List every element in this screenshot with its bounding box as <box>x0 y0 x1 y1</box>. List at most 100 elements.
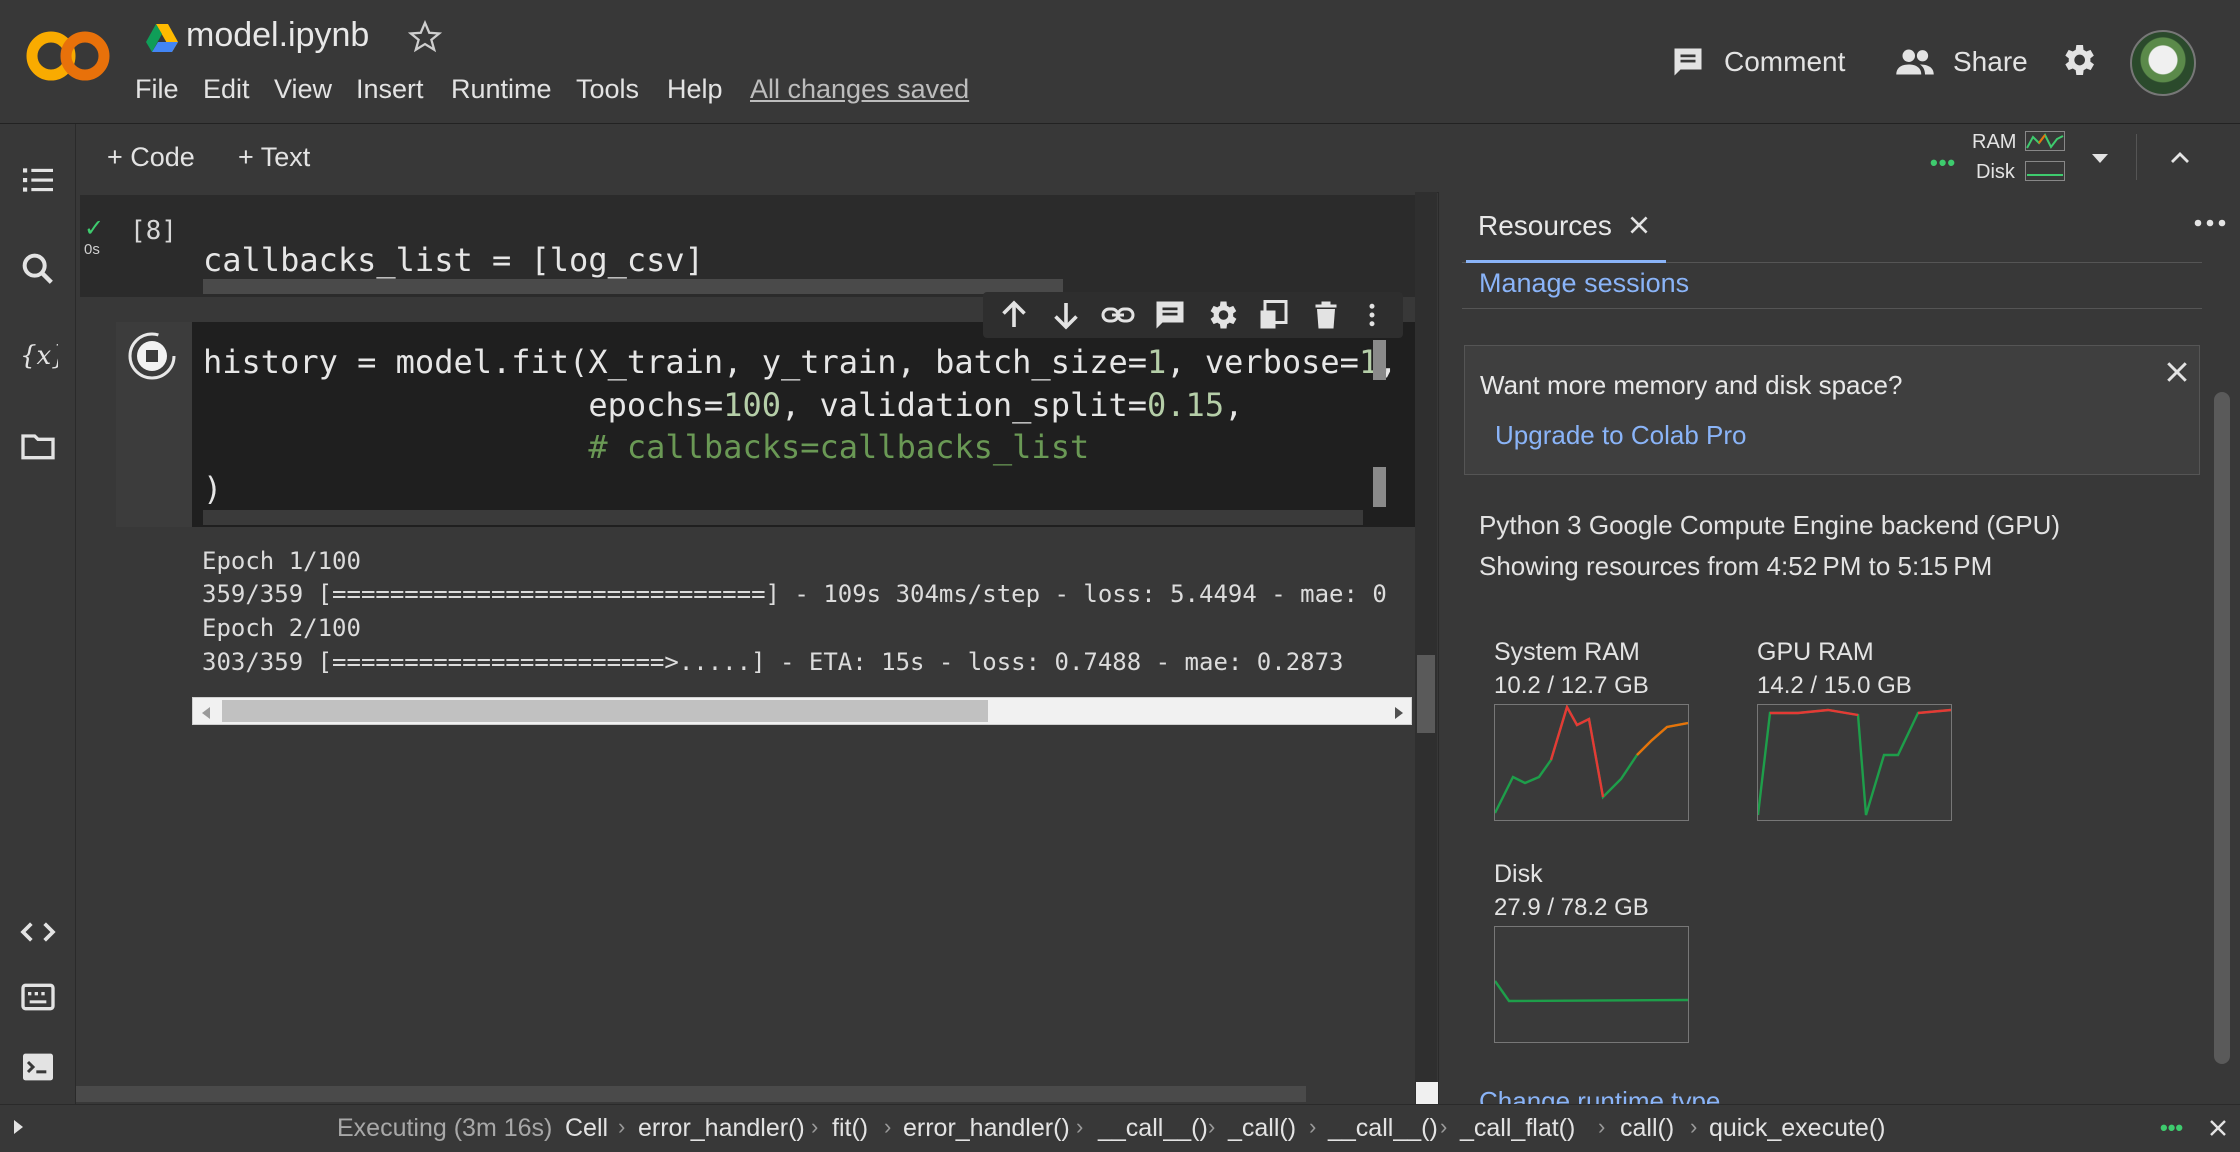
google-drive-icon <box>146 24 178 52</box>
output-scrollbar-thumb[interactable] <box>222 700 988 722</box>
breadcrumb-separator-icon: › <box>1440 1114 1448 1139</box>
scrollbar-corner <box>1416 1082 1438 1104</box>
disk-mini-label[interactable]: Disk <box>1976 161 2015 184</box>
breadcrumb-item[interactable]: quick_execute() <box>1709 1114 1885 1143</box>
disk-label: Disk <box>1494 860 1543 888</box>
disk-value: 27.9 / 78.2 GB <box>1494 894 1649 921</box>
change-runtime-type-link[interactable]: Change runtime type <box>1479 1086 1720 1104</box>
gpu-ram-graph <box>1757 704 1952 821</box>
code-snippets-icon[interactable] <box>18 912 58 952</box>
code-scrollbar-thumb[interactable] <box>1373 467 1386 507</box>
cell-8-code[interactable]: callbacks_list = [log_csv] <box>203 241 704 279</box>
code-line[interactable]: epochs=100, validation_split=0.15, <box>203 386 1243 424</box>
runtime-backend-label: Python 3 Google Compute Engine backend (… <box>1479 510 2061 540</box>
colab-logo-icon[interactable] <box>26 24 110 88</box>
close-icon[interactable] <box>2206 1116 2230 1140</box>
settings-gear-icon[interactable] <box>2058 40 2098 80</box>
breadcrumb-separator-icon: › <box>1598 1114 1606 1139</box>
breadcrumb-item[interactable]: call() <box>1620 1114 1674 1143</box>
share-label: Share <box>1953 46 2028 77</box>
comment-icon[interactable] <box>1149 297 1191 333</box>
expand-status-arrow-icon[interactable] <box>10 1116 26 1138</box>
panel-divider <box>1462 308 2202 309</box>
share-button[interactable]: Share <box>1895 42 2028 82</box>
close-icon[interactable] <box>1626 212 1652 238</box>
breadcrumb-separator-icon: › <box>1208 1114 1216 1139</box>
breadcrumb-item[interactable]: fit() <box>832 1114 868 1143</box>
notebook-toolbar <box>76 124 2240 193</box>
active-tab-indicator <box>1466 260 1666 263</box>
stop-execution-icon[interactable] <box>126 330 178 382</box>
link-icon[interactable] <box>1097 297 1139 333</box>
code-scrollbar-thumb[interactable] <box>1373 340 1386 380</box>
output-line: 359/359 [==============================]… <box>202 580 1387 608</box>
breadcrumb-separator-icon: › <box>1690 1114 1698 1139</box>
user-avatar[interactable] <box>2130 30 2196 96</box>
executing-status: Executing (3m 16s) <box>337 1114 553 1142</box>
ram-mini-label[interactable]: RAM <box>1972 131 2016 154</box>
menu-edit[interactable]: Edit <box>203 74 250 105</box>
search-icon[interactable] <box>18 249 58 289</box>
save-status-link[interactable]: All changes saved <box>750 74 969 105</box>
more-vertical-icon[interactable] <box>1357 297 1387 333</box>
code-horizontal-scrollbar[interactable] <box>203 510 1363 525</box>
scroll-left-arrow-icon[interactable] <box>199 704 213 722</box>
ram-mini-graph[interactable] <box>2025 131 2065 151</box>
comment-icon <box>1670 44 1706 80</box>
resources-tab-title[interactable]: Resources <box>1478 210 1612 242</box>
system-ram-graph <box>1494 704 1689 821</box>
menu-insert[interactable]: Insert <box>356 74 424 105</box>
upgrade-colab-pro-link[interactable]: Upgrade to Colab Pro <box>1495 420 1746 451</box>
command-palette-icon[interactable] <box>18 977 58 1017</box>
manage-sessions-link[interactable]: Manage sessions <box>1479 268 1689 299</box>
delete-trash-icon[interactable] <box>1305 297 1347 333</box>
mirror-cell-icon[interactable] <box>1253 297 1295 333</box>
code-line[interactable]: history = model.fit(X_train, y_train, ba… <box>203 343 1397 381</box>
menu-file[interactable]: File <box>135 74 179 105</box>
notebook-vertical-scrollbar[interactable] <box>1415 192 1437 1104</box>
breadcrumb-item[interactable]: error_handler() <box>638 1114 805 1143</box>
code-line[interactable]: ) <box>203 470 222 508</box>
output-line: Epoch 2/100 <box>202 614 361 642</box>
breadcrumb-item[interactable]: _call_flat() <box>1460 1114 1575 1143</box>
menu-tools[interactable]: Tools <box>576 74 639 105</box>
breadcrumb-item[interactable]: error_handler() <box>903 1114 1070 1143</box>
terminal-icon[interactable] <box>18 1047 58 1087</box>
resources-dropdown-icon[interactable] <box>2088 148 2112 168</box>
menu-help[interactable]: Help <box>667 74 723 105</box>
cell-8-horizontal-scrollbar[interactable] <box>203 279 1063 294</box>
notebook-horizontal-scrollbar[interactable] <box>76 1086 1306 1102</box>
comment-label: Comment <box>1724 46 1846 77</box>
resources-time-range: Showing resources from 4:52 PM to 5:15 P… <box>1479 551 1993 581</box>
add-text-button[interactable]: + Text <box>238 142 310 173</box>
breadcrumb-separator-icon: › <box>618 1114 626 1139</box>
star-icon[interactable] <box>408 20 442 54</box>
resources-panel-scrollbar[interactable] <box>2214 392 2230 1064</box>
scroll-right-arrow-icon[interactable] <box>1392 704 1406 722</box>
menu-runtime[interactable]: Runtime <box>451 74 552 105</box>
table-of-contents-icon[interactable] <box>18 160 58 200</box>
notebook-file-name[interactable]: model.ipynb <box>186 16 369 55</box>
close-icon[interactable] <box>2162 357 2192 387</box>
variables-icon[interactable]: {x} <box>18 336 58 376</box>
disk-mini-graph[interactable] <box>2025 161 2065 181</box>
cell-settings-gear-icon[interactable] <box>1201 297 1243 333</box>
breadcrumb-item[interactable]: __call__() <box>1328 1114 1438 1143</box>
files-folder-icon[interactable] <box>18 426 58 466</box>
breadcrumb-item[interactable]: _call() <box>1228 1114 1296 1143</box>
move-down-arrow-icon[interactable] <box>1045 297 1087 333</box>
notebook-scrollbar-thumb[interactable] <box>1417 655 1435 733</box>
comment-button[interactable]: Comment <box>1670 42 1845 82</box>
breadcrumb-separator-icon: › <box>1076 1114 1084 1139</box>
upgrade-promo-card <box>1464 345 2200 475</box>
menu-view[interactable]: View <box>274 74 332 105</box>
breadcrumb-item[interactable]: Cell <box>565 1114 608 1143</box>
move-up-arrow-icon[interactable] <box>993 297 1035 333</box>
collapse-header-chevron-up-icon[interactable] <box>2166 146 2194 170</box>
more-horizontal-icon[interactable] <box>2192 208 2228 238</box>
cell-exec-count: [8] <box>130 216 177 246</box>
breadcrumb-separator-icon: › <box>811 1114 819 1139</box>
add-code-button[interactable]: + Code <box>107 142 195 173</box>
breadcrumb-item[interactable]: __call__() <box>1098 1114 1208 1143</box>
code-comment-line[interactable]: # callbacks=callbacks_list <box>203 428 1089 466</box>
